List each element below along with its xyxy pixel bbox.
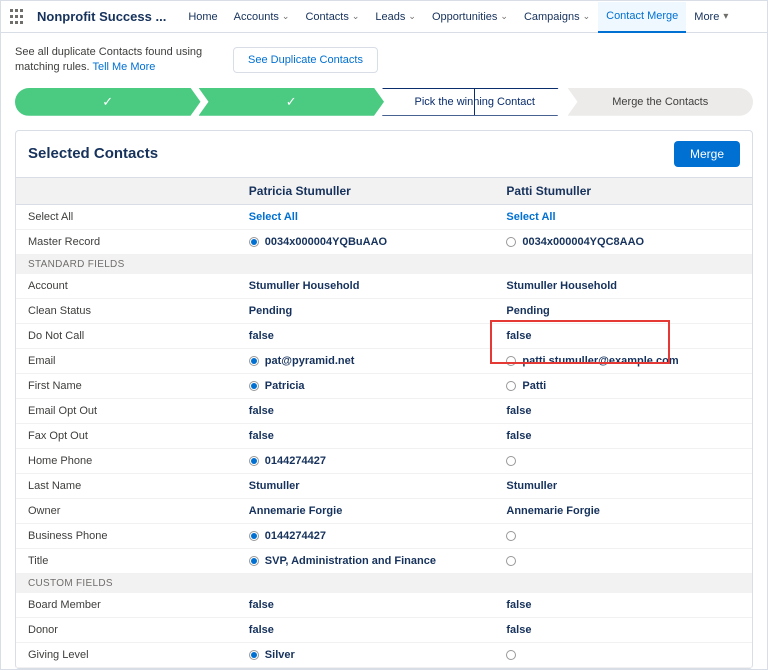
chevron-down-icon: ⌄ xyxy=(352,11,360,22)
nav-home[interactable]: Home xyxy=(180,1,225,32)
row-giving-level: Giving Level Silver xyxy=(16,643,752,668)
nav-accounts[interactable]: Accounts⌄ xyxy=(226,1,298,32)
select-all-a[interactable]: Select All xyxy=(249,211,298,223)
row-first-name: First Name Patricia Patti xyxy=(16,374,752,399)
radio-homephone-a[interactable] xyxy=(249,456,259,466)
radio-bizphone-a[interactable] xyxy=(249,531,259,541)
radio-title-b[interactable] xyxy=(506,556,516,566)
top-nav: Nonprofit Success ... Home Accounts⌄ Con… xyxy=(1,1,767,33)
section-standard-fields: STANDARD FIELDS xyxy=(16,255,752,274)
radio-email-b[interactable] xyxy=(506,356,516,366)
app-container: Nonprofit Success ... Home Accounts⌄ Con… xyxy=(0,0,768,670)
row-master-record: Master Record 0034x000004YQBuAAO 0034x00… xyxy=(16,230,752,255)
radio-homephone-b[interactable] xyxy=(506,456,516,466)
row-business-phone: Business Phone 0144274427 xyxy=(16,524,752,549)
row-donor: Donor false false xyxy=(16,618,752,643)
row-do-not-call: Do Not Call false false xyxy=(16,324,752,349)
radio-title-a[interactable] xyxy=(249,556,259,566)
chevron-down-icon: ⌄ xyxy=(500,11,508,22)
grid-header: Patricia Stumuller Patti Stumuller xyxy=(16,177,752,205)
app-launcher-icon[interactable] xyxy=(9,8,27,26)
column-a-header: Patricia Stumuller xyxy=(237,178,495,204)
subheader: See all duplicate Contacts found using m… xyxy=(1,33,767,88)
row-title: Title SVP, Administration and Finance xyxy=(16,549,752,574)
radio-firstname-b[interactable] xyxy=(506,381,516,391)
nav-leads[interactable]: Leads⌄ xyxy=(367,1,424,32)
row-home-phone: Home Phone 0144274427 xyxy=(16,449,752,474)
row-clean-status: Clean Status Pending Pending xyxy=(16,299,752,324)
row-board-member: Board Member false false xyxy=(16,593,752,618)
nav-campaigns[interactable]: Campaigns⌄ xyxy=(516,1,598,32)
row-fax-opt-out: Fax Opt Out false false xyxy=(16,424,752,449)
radio-master-a[interactable] xyxy=(249,237,259,247)
row-account: Account Stumuller Household Stumuller Ho… xyxy=(16,274,752,299)
radio-giving-b[interactable] xyxy=(506,650,516,660)
step-4-next: Merge the Contacts xyxy=(568,88,754,116)
chevron-down-icon: ⌄ xyxy=(583,11,591,22)
nav-contact-merge[interactable]: Contact Merge xyxy=(598,2,686,33)
row-email: Email pat@pyramid.net patti.stumuller@ex… xyxy=(16,349,752,374)
section-custom-fields: CUSTOM FIELDS xyxy=(16,574,752,593)
nav-more[interactable]: More▾ xyxy=(686,1,736,32)
nav-items: Home Accounts⌄ Contacts⌄ Leads⌄ Opportun… xyxy=(180,1,736,32)
selected-contacts-panel: Selected Contacts Merge Patricia Stumull… xyxy=(15,130,753,669)
radio-master-b[interactable] xyxy=(506,237,516,247)
chevron-down-icon: ⌄ xyxy=(408,11,416,22)
tell-me-more-link[interactable]: Tell Me More xyxy=(92,61,155,73)
duplicate-info-text: See all duplicate Contacts found using m… xyxy=(15,45,215,76)
step-3-current: Pick the winning Contact xyxy=(382,88,568,116)
panel-title: Selected Contacts xyxy=(28,145,158,162)
chevron-down-icon: ⌄ xyxy=(282,11,290,22)
caret-down-icon: ▾ xyxy=(723,11,728,22)
radio-email-a[interactable] xyxy=(249,356,259,366)
row-owner: Owner Annemarie Forgie Annemarie Forgie xyxy=(16,499,752,524)
radio-firstname-a[interactable] xyxy=(249,381,259,391)
nav-opportunities[interactable]: Opportunities⌄ xyxy=(424,1,516,32)
step-1-done: ✓ xyxy=(15,88,201,116)
radio-giving-a[interactable] xyxy=(249,650,259,660)
radio-bizphone-b[interactable] xyxy=(506,531,516,541)
step-2-done: ✓ xyxy=(199,88,385,116)
see-duplicate-contacts-button[interactable]: See Duplicate Contacts xyxy=(233,47,378,73)
merge-button[interactable]: Merge xyxy=(674,141,740,167)
row-email-opt-out: Email Opt Out false false xyxy=(16,399,752,424)
app-name: Nonprofit Success ... xyxy=(37,9,166,24)
row-select-all: Select All Select All Select All xyxy=(16,205,752,230)
column-b-header: Patti Stumuller xyxy=(494,178,752,204)
check-icon: ✓ xyxy=(286,94,297,110)
progress-indicator: ✓ ✓ Pick the winning Contact Merge the C… xyxy=(15,88,753,116)
select-all-b[interactable]: Select All xyxy=(506,211,555,223)
row-last-name: Last Name Stumuller Stumuller xyxy=(16,474,752,499)
nav-contacts[interactable]: Contacts⌄ xyxy=(297,1,367,32)
check-icon: ✓ xyxy=(102,94,113,110)
